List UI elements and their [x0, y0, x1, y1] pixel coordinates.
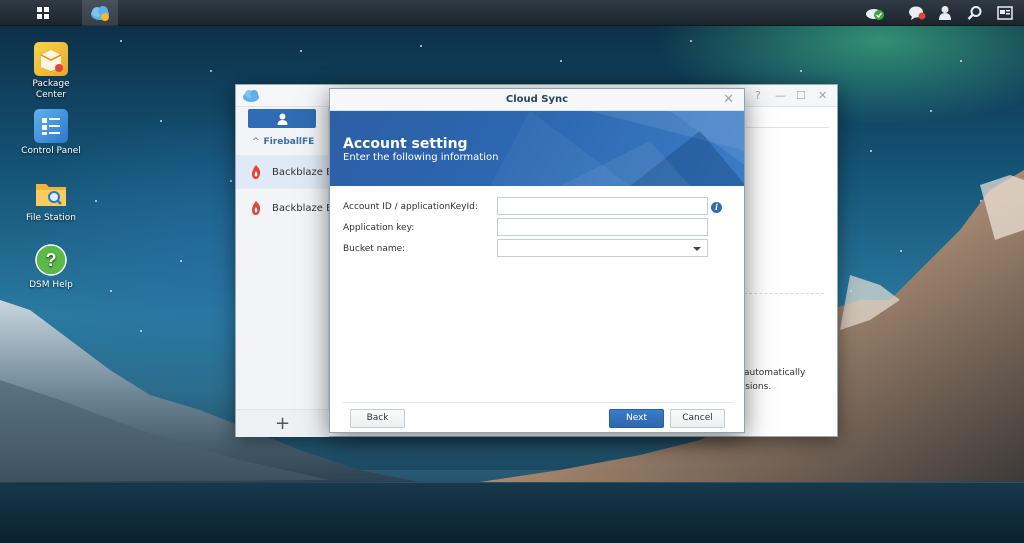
- user-button[interactable]: [933, 0, 957, 26]
- desktop-icon-file-station[interactable]: File Station: [16, 176, 86, 224]
- desktop-icon-package-center[interactable]: Package Center: [16, 42, 86, 101]
- desktop-icon-label: Package Center: [32, 79, 70, 100]
- cloud-sync-icon: [91, 6, 109, 21]
- info-icon[interactable]: i: [711, 202, 722, 213]
- connection-item[interactable]: Backblaze B: [236, 191, 329, 225]
- user-icon: [939, 6, 951, 20]
- add-connection-button[interactable]: +: [236, 409, 329, 437]
- connection-group[interactable]: ^ FireballFE: [252, 137, 314, 147]
- caret-down-icon: [693, 247, 701, 251]
- dialog-title: Cloud Sync: [505, 94, 569, 105]
- connection-item-label: Backblaze B: [272, 166, 329, 178]
- close-window-button[interactable]: ✕: [818, 89, 827, 102]
- desktop-icon-label: File Station: [26, 213, 76, 223]
- connection-group-label: FireballFE: [263, 137, 315, 147]
- bucket-name-label: Bucket name:: [343, 244, 406, 254]
- dialog-banner: Account setting Enter the following info…: [330, 111, 744, 186]
- description-text: automatically: [744, 368, 806, 378]
- plus-icon: +: [274, 413, 291, 434]
- dialog-subheading: Enter the following information: [343, 152, 499, 163]
- application-key-label: Application key:: [343, 223, 415, 233]
- package-center-icon: [34, 42, 68, 76]
- divider: [744, 127, 829, 128]
- notifications-button[interactable]: [905, 0, 929, 26]
- application-key-input[interactable]: [497, 218, 708, 236]
- account-setting-dialog: Cloud Sync ✕ Account setting Enter the f…: [329, 88, 745, 433]
- widgets-button[interactable]: [993, 0, 1017, 26]
- desktop-icon-label: DSM Help: [29, 280, 73, 290]
- connections-sidebar: ^ FireballFE Backblaze B Backblaze B +: [236, 107, 329, 437]
- search-button[interactable]: [963, 0, 987, 26]
- close-icon[interactable]: ✕: [723, 89, 734, 111]
- next-button[interactable]: Next: [609, 409, 664, 428]
- taskbar: [0, 0, 1024, 26]
- file-station-icon: [34, 176, 68, 210]
- connection-item-label: Backblaze B: [272, 202, 329, 214]
- backblaze-flame-icon: [252, 201, 261, 215]
- account-id-input[interactable]: [497, 197, 708, 215]
- cancel-button[interactable]: Cancel: [670, 409, 725, 428]
- dialog-titlebar: Cloud Sync ✕: [330, 89, 744, 111]
- control-panel-icon: [34, 109, 68, 143]
- connection-item[interactable]: Backblaze B: [236, 155, 329, 189]
- divider: [744, 293, 824, 294]
- footer-divider: [343, 402, 733, 403]
- bucket-name-select[interactable]: [497, 239, 708, 257]
- widgets-icon: [997, 6, 1013, 20]
- account-id-label: Account ID / applicationKeyId:: [343, 202, 478, 212]
- cloud-sync-app-icon: [243, 90, 259, 102]
- taskbar-cloud-sync-button[interactable]: [82, 0, 118, 26]
- help-window-button[interactable]: ?: [755, 89, 761, 102]
- back-button[interactable]: Back: [350, 409, 405, 428]
- chat-bubble-icon: [909, 6, 926, 20]
- svg-text:?: ?: [46, 250, 57, 270]
- user-icon: [277, 113, 287, 125]
- maximize-window-button[interactable]: ☐: [796, 89, 806, 102]
- dialog-heading: Account setting: [343, 136, 468, 152]
- search-icon: [967, 6, 982, 20]
- sync-status-button[interactable]: [863, 0, 887, 26]
- backblaze-flame-icon: [252, 165, 261, 179]
- desktop-icon-control-panel[interactable]: Control Panel: [16, 109, 86, 157]
- help-icon: ?: [34, 243, 68, 277]
- account-button[interactable]: [248, 109, 316, 128]
- chevron-up-icon: ^: [252, 137, 260, 147]
- desktop-icon-dsm-help[interactable]: ? DSM Help: [16, 243, 86, 291]
- cloud-check-icon: [866, 9, 884, 20]
- desktop-icon-label: Control Panel: [21, 146, 81, 156]
- main-menu-icon: [37, 7, 49, 19]
- main-menu-button[interactable]: [26, 0, 60, 26]
- minimize-window-button[interactable]: —: [775, 89, 786, 102]
